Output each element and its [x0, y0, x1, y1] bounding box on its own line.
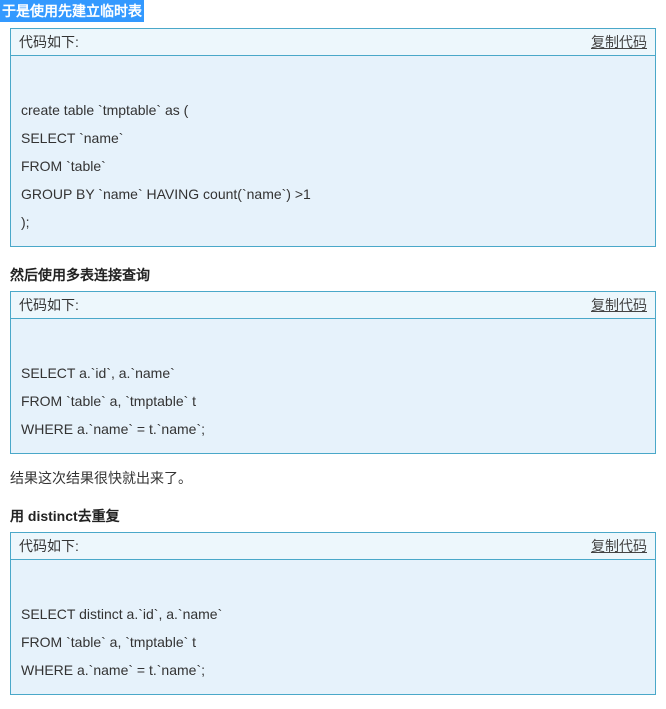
code-header-label: 代码如下:	[19, 32, 79, 52]
code-header: 代码如下: 复制代码	[11, 29, 655, 56]
result-text: 结果这次结果很快就出来了。	[10, 468, 656, 488]
code-block-1: 代码如下: 复制代码 create table `tmptable` as ( …	[10, 28, 656, 247]
code-block-3: 代码如下: 复制代码 SELECT distinct a.`id`, a.`na…	[10, 532, 656, 695]
code-header-label: 代码如下:	[19, 536, 79, 556]
copy-code-link[interactable]: 复制代码	[591, 295, 647, 315]
code-header-label: 代码如下:	[19, 295, 79, 315]
code-body: SELECT a.`id`, a.`name` FROM `table` a, …	[11, 319, 655, 453]
copy-code-link[interactable]: 复制代码	[591, 32, 647, 52]
code-body: SELECT distinct a.`id`, a.`name` FROM `t…	[11, 560, 655, 694]
section-heading-join-query: 然后使用多表连接查询	[10, 265, 656, 285]
code-header: 代码如下: 复制代码	[11, 292, 655, 319]
code-body: create table `tmptable` as ( SELECT `nam…	[11, 56, 655, 246]
highlighted-intro-text: 于是使用先建立临时表	[0, 0, 144, 22]
code-block-2: 代码如下: 复制代码 SELECT a.`id`, a.`name` FROM …	[10, 291, 656, 454]
section-heading-distinct: 用 distinct去重复	[10, 506, 656, 526]
copy-code-link[interactable]: 复制代码	[591, 536, 647, 556]
code-header: 代码如下: 复制代码	[11, 533, 655, 560]
